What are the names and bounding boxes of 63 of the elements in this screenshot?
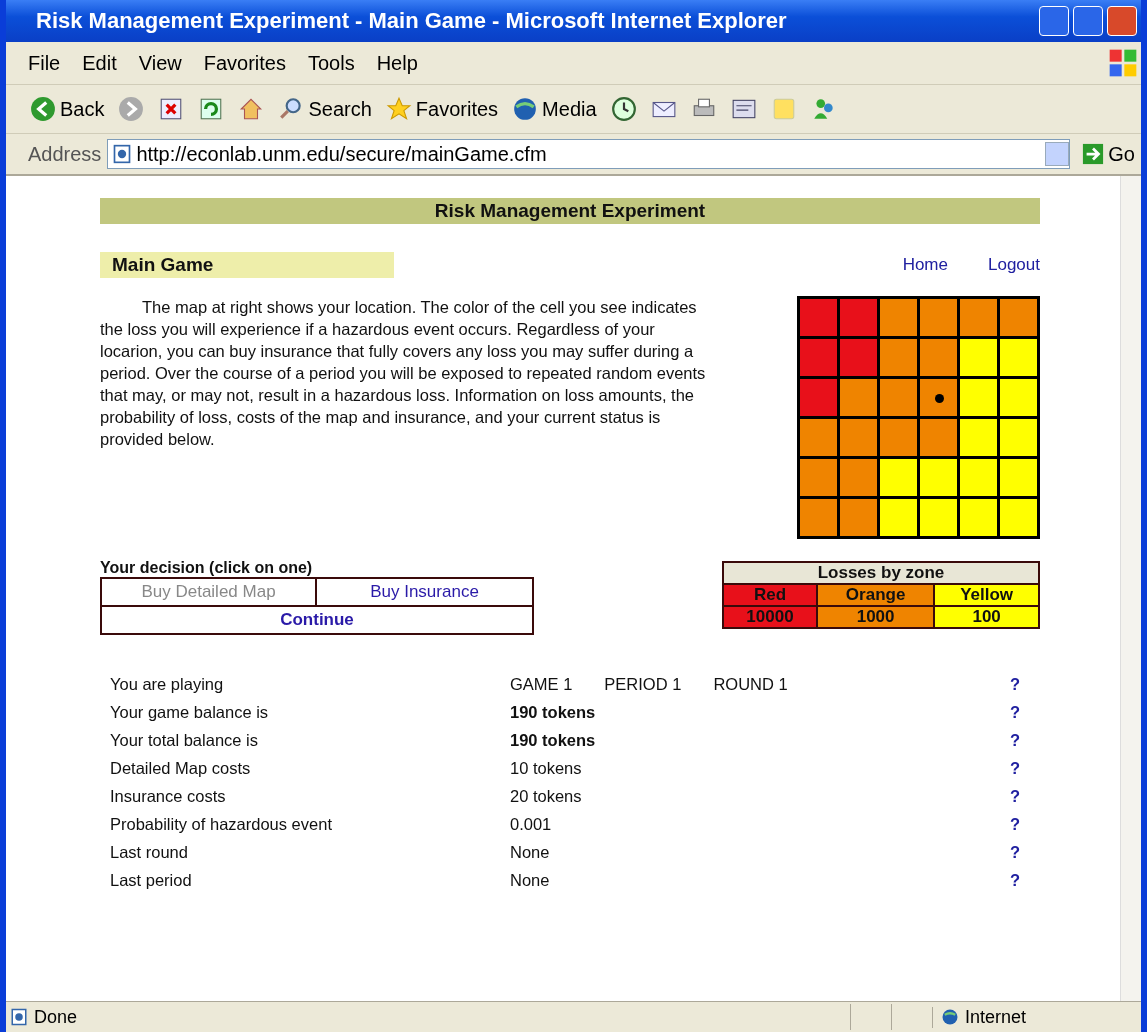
- menu-item[interactable]: Favorites: [195, 49, 294, 77]
- go-button[interactable]: Go: [1076, 141, 1141, 167]
- search-button[interactable]: Search: [276, 94, 374, 124]
- status-value: None: [510, 871, 550, 890]
- table-title: Losses by zone: [723, 562, 1039, 584]
- status-value: 20 tokens: [510, 787, 582, 806]
- status-value: 190 tokens: [510, 703, 596, 722]
- status-value: 0.001: [510, 815, 552, 834]
- media-button[interactable]: Media: [510, 94, 599, 124]
- zone-loss: 10000: [723, 606, 817, 628]
- address-field[interactable]: http://econlab.unm.edu/secure/mainGame.cfm: [107, 139, 1071, 169]
- menu-item[interactable]: Help: [368, 49, 426, 77]
- help-link[interactable]: ?: [1010, 731, 1040, 750]
- status-value: 190 tokens: [510, 731, 596, 750]
- maximize-button[interactable]: [1073, 6, 1103, 36]
- status-label: Probability of hazardous event: [110, 815, 333, 834]
- status-label: Your total balance is: [110, 731, 259, 750]
- page-icon: [112, 144, 133, 164]
- close-button[interactable]: [1107, 6, 1137, 36]
- window-title: Risk Management Experiment - Main Game - Microsoft Internet Explorer: [36, 8, 787, 34]
- help-link[interactable]: ?: [1010, 871, 1040, 890]
- back-button[interactable]: Back: [28, 94, 107, 124]
- zone-name: Red: [723, 584, 817, 606]
- globe-icon: [512, 96, 539, 122]
- menu-item[interactable]: File: [20, 49, 69, 77]
- help-link[interactable]: ?: [1010, 815, 1040, 834]
- status-label: Insurance costs: [110, 787, 227, 806]
- help-link[interactable]: ?: [1010, 703, 1040, 722]
- decision-label: Your decision (click on one): [100, 559, 314, 577]
- menu-item[interactable]: Tools: [299, 49, 363, 77]
- minimize-button[interactable]: [1039, 6, 1069, 36]
- favorites-button[interactable]: Favorites: [383, 94, 501, 124]
- zone-text: Internet: [965, 1006, 1027, 1028]
- status-value: None: [510, 843, 550, 862]
- menu-item[interactable]: View: [130, 49, 190, 77]
- status-value: GAME 1: [510, 675, 573, 694]
- status-text: Done: [34, 1006, 78, 1028]
- status-value: PERIOD 1: [604, 675, 682, 694]
- home-icon: [238, 96, 265, 122]
- star-icon: [385, 96, 412, 122]
- address-label: Address: [28, 142, 102, 166]
- help-link[interactable]: ?: [1010, 675, 1040, 694]
- location-marker: [934, 393, 944, 403]
- status-value: 10 tokens: [510, 759, 582, 778]
- status-label: You are playing: [110, 675, 225, 694]
- section-heading: Main Game: [100, 252, 394, 278]
- status-value: ROUND 1: [713, 675, 788, 694]
- intro-paragraph: The map at right shows your location. The color of the cell you see indicates the loss you will experience if a hazardous event occurs. Regardless of your locarion, you can buy insurance that fully covers any loss you may suffer during a period. Over the course of a period you will be exposed to repeated random events that may, or may not, result in a hazardous loss. Information on loss amounts, the probability of loss, costs of the map and insurance, and your current status is provided below.: [100, 297, 707, 450]
- status-label: Last period: [110, 871, 193, 890]
- clock-icon: [610, 96, 637, 122]
- status-label: Detailed Map costs: [110, 759, 252, 778]
- page-banner: Risk Management Experiment: [100, 198, 1040, 224]
- help-link[interactable]: ?: [1010, 787, 1040, 806]
- page-icon: [10, 1008, 28, 1026]
- globe-icon: [941, 1008, 959, 1026]
- status-label: Last round: [110, 843, 189, 862]
- status-label: Your game balance is: [110, 703, 270, 722]
- nav-link[interactable]: Logout: [988, 255, 1040, 275]
- scrollbar[interactable]: [1120, 176, 1141, 1001]
- help-link[interactable]: ?: [1010, 843, 1040, 862]
- help-link[interactable]: ?: [1010, 759, 1040, 778]
- menu-item[interactable]: Edit: [74, 49, 125, 77]
- nav-link[interactable]: Home: [902, 255, 948, 275]
